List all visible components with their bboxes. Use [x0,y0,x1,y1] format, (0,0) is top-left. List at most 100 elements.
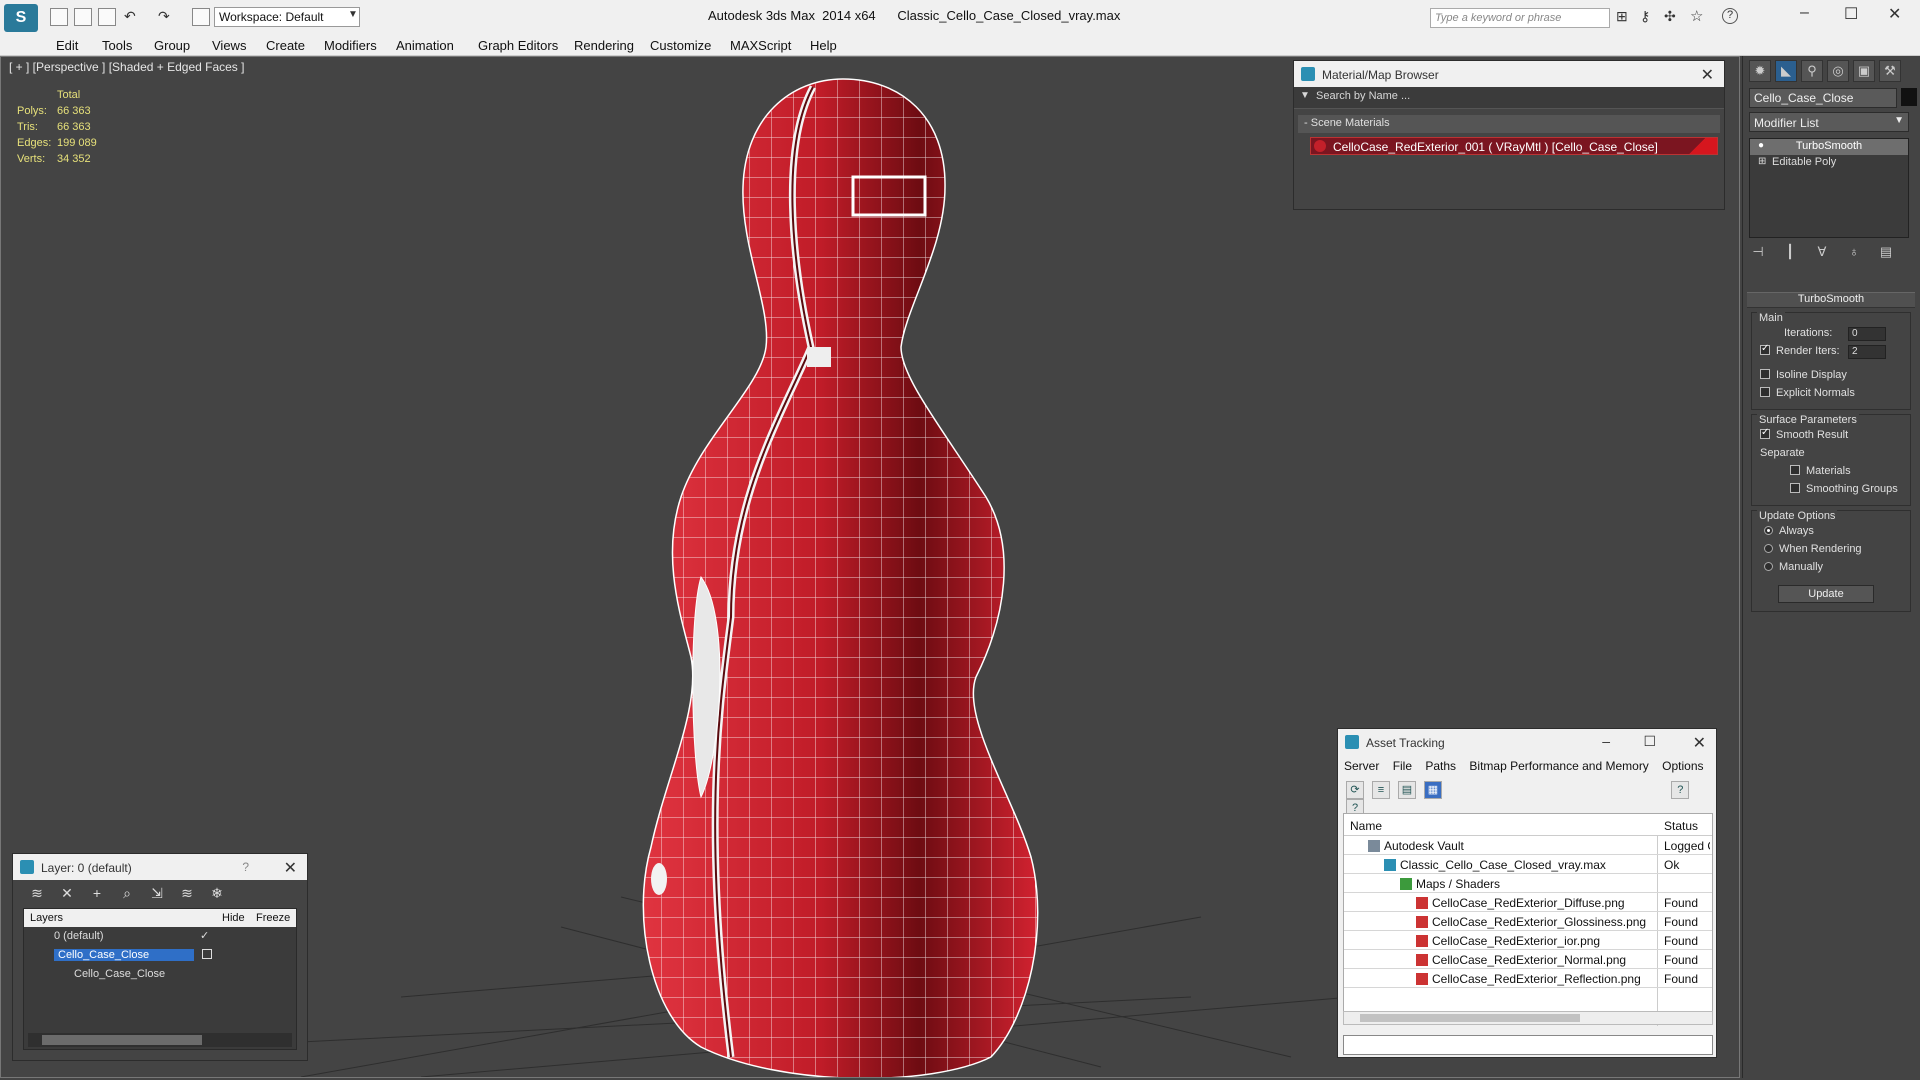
asset-menu-options[interactable]: Options [1662,759,1703,773]
highlight-selected-icon[interactable]: ⇲ [147,885,167,902]
make-unique-icon[interactable]: ∀ [1813,244,1831,262]
display-tab-icon[interactable]: ▣ [1853,60,1875,82]
menu-group[interactable]: Group [154,38,190,53]
layer-row[interactable]: 0 (default) ✓ [24,927,296,946]
freeze-all-icon[interactable]: ❄ [207,885,227,902]
workspace-dropdown[interactable]: Workspace: Default [214,7,360,27]
menu-create[interactable]: Create [266,38,305,53]
create-tab-icon[interactable]: ✹ [1749,60,1771,82]
col-status[interactable]: Status [1664,819,1698,833]
list-view-icon[interactable]: ≡ [1372,781,1390,799]
lightbulb-icon[interactable]: ● [1758,140,1764,151]
render-iters-spinner[interactable]: 2 [1848,345,1886,359]
menu-maxscript[interactable]: MAXScript [730,38,791,53]
chevron-down-icon[interactable]: ▼ [1894,115,1904,126]
menu-help[interactable]: Help [810,38,837,53]
asset-menu-file[interactable]: File [1393,759,1412,773]
manually-radio[interactable] [1764,562,1773,571]
asset-row[interactable]: Autodesk Vault Logged O [1344,836,1712,855]
asset-row[interactable]: CelloCase_RedExterior_Normal.png Found [1344,950,1712,969]
smooth-result-checkbox[interactable] [1760,427,1770,439]
layer-row[interactable]: Cello_Case_Close [24,946,296,965]
material-search-input[interactable]: ▼ Search by Name ... [1294,87,1724,109]
modify-tab-icon[interactable]: ◣ [1775,60,1797,82]
stack-item-editable-poly[interactable]: ⊞ Editable Poly [1750,155,1908,171]
menu-tools[interactable]: Tools [102,38,132,53]
help-icon[interactable]: ? [1722,8,1738,24]
asset-row[interactable]: CelloCase_RedExterior_ior.png Found [1344,931,1712,950]
asset-menu-paths[interactable]: Paths [1425,759,1456,773]
col-freeze[interactable]: Freeze [256,912,290,924]
stack-item-turbosmooth[interactable]: ● TurboSmooth [1750,139,1908,155]
add-layer-icon[interactable]: + [87,885,107,901]
active-layer-check-icon[interactable]: ✓ [200,929,209,942]
asset-row[interactable]: CelloCase_RedExterior_Reflection.png Foun… [1344,969,1712,988]
delete-layer-icon[interactable]: ✕ [57,885,77,902]
asset-row[interactable]: Maps / Shaders [1344,874,1712,893]
object-color-swatch[interactable] [1901,88,1917,106]
close-icon[interactable]: ✕ [1693,733,1706,753]
menu-animation[interactable]: Animation [396,38,454,53]
always-radio[interactable] [1764,526,1773,535]
add-to-layer-icon[interactable] [202,949,212,959]
materials-checkbox[interactable] [1790,465,1800,475]
motion-tab-icon[interactable]: ◎ [1827,60,1849,82]
refresh-icon[interactable]: ⟳ [1346,781,1364,799]
project-folder-icon[interactable] [192,8,210,26]
hide-all-icon[interactable]: ≋ [177,885,197,902]
menu-views[interactable]: Views [212,38,246,53]
asset-tracking-titlebar[interactable]: Asset Tracking – ☐ ✕ [1338,729,1716,755]
redo-icon[interactable]: ↷ [158,8,170,25]
scene-materials-section[interactable]: - Scene Materials [1298,115,1720,133]
isoline-checkbox[interactable] [1760,369,1770,379]
asset-row[interactable]: CelloCase_RedExterior_Glossiness.png Foun… [1344,912,1712,931]
scrollbar-thumb[interactable] [42,1035,202,1045]
asset-horizontal-scrollbar[interactable] [1343,1011,1713,1025]
smoothing-groups-checkbox[interactable] [1790,483,1800,493]
vault-help-icon[interactable]: ? [1671,781,1690,799]
exchange-icon[interactable]: ✣ [1664,8,1676,25]
remove-modifier-icon[interactable]: ♁ [1845,244,1863,262]
minimize-icon[interactable]: – [1602,733,1610,749]
favorites-star-icon[interactable]: ☆ [1690,7,1703,25]
menu-rendering[interactable]: Rendering [574,38,634,53]
col-layers[interactable]: Layers [30,912,63,924]
utilities-tab-icon[interactable]: ⚒ [1879,60,1901,82]
dropdown-arrow-icon[interactable]: ▼ [1300,90,1310,101]
menu-modifiers[interactable]: Modifiers [324,38,377,53]
layer-select-icon[interactable]: ≋ [27,885,47,902]
maximize-icon[interactable]: ☐ [1643,733,1656,750]
select-highlighted-icon[interactable]: ⌕ [117,885,137,902]
close-window-icon[interactable]: ✕ [1888,4,1901,24]
save-icon[interactable] [98,8,116,26]
asset-row[interactable]: CelloCase_RedExterior_Diffuse.png Found [1344,893,1712,912]
collapse-icon[interactable]: - [1304,117,1311,129]
new-file-icon[interactable] [50,8,68,26]
minimize-icon[interactable]: – [1800,4,1809,22]
material-browser-titlebar[interactable]: Material/Map Browser ✕ [1294,61,1724,87]
asset-path-field[interactable] [1343,1035,1713,1055]
keyword-search-input[interactable]: Type a keyword or phrase [1430,8,1610,28]
col-name[interactable]: Name [1350,819,1382,833]
tree-view-icon[interactable]: ▤ [1398,781,1416,799]
app-logo-button[interactable]: S [4,4,38,32]
hierarchy-tab-icon[interactable]: ⚲ [1801,60,1823,82]
maximize-icon[interactable]: ☐ [1844,4,1858,24]
update-button[interactable]: Update [1778,585,1874,603]
modifier-list-dropdown[interactable]: Modifier List ▼ [1749,112,1909,132]
explicit-normals-checkbox[interactable] [1760,387,1770,397]
menu-graph-editors[interactable]: Graph Editors [478,38,558,53]
configure-modifier-sets-icon[interactable]: ▤ [1877,244,1895,262]
iterations-spinner[interactable]: 0 [1848,327,1886,341]
scrollbar-thumb[interactable] [1360,1014,1580,1022]
undo-icon[interactable]: ↶ [124,8,136,25]
workspace-dropdown-arrow-icon[interactable]: ▼ [348,9,358,20]
close-icon[interactable]: ✕ [1701,65,1714,85]
menu-edit[interactable]: Edit [56,38,78,53]
key-icon[interactable]: ⚷ [1640,8,1650,25]
layer-horizontal-scrollbar[interactable] [28,1033,292,1047]
open-file-icon[interactable] [74,8,92,26]
render-iters-checkbox[interactable] [1760,343,1770,355]
asset-row[interactable]: Classic_Cello_Case_Closed_vray.max Ok [1344,855,1712,874]
close-icon[interactable]: ✕ [284,858,297,878]
